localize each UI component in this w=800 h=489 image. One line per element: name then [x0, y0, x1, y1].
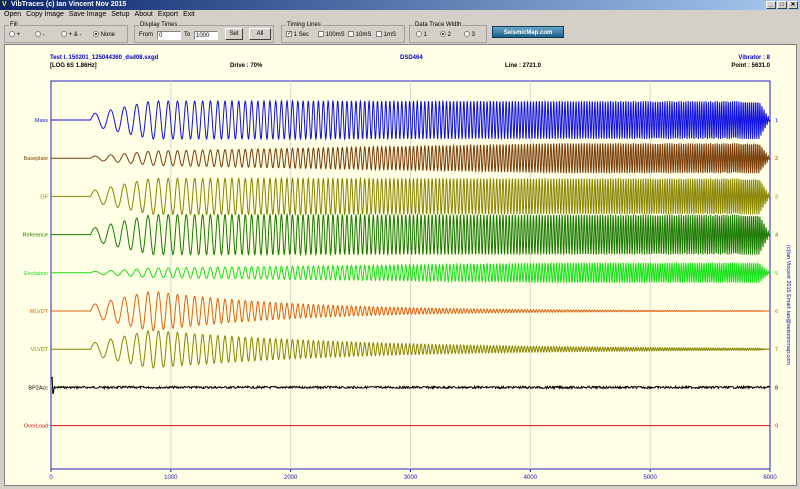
menu-exit[interactable]: Exit: [183, 11, 195, 18]
menu-export[interactable]: Export: [158, 11, 178, 18]
from-label: From: [139, 32, 153, 38]
window-title: VibTraces (c) Ian Vincent Nov 2015: [11, 1, 127, 8]
x-tick-label: 2000: [284, 475, 298, 481]
trace-number: 2: [775, 156, 778, 162]
menu-copy-image[interactable]: Copy Image: [26, 11, 64, 18]
minimize-button[interactable]: _: [766, 1, 776, 9]
x-tick-label: 0: [49, 475, 53, 481]
width-option-1[interactable]: 1: [416, 31, 427, 39]
width-option-2[interactable]: 2: [440, 31, 451, 39]
set-button[interactable]: Set: [225, 28, 243, 40]
display-times-title: Display Times: [139, 21, 179, 29]
seismicmap-logo[interactable]: SeismicMap.com: [492, 26, 564, 38]
timing-10ms[interactable]: 10mS: [348, 31, 371, 39]
trace-number: 1: [775, 118, 778, 124]
trace-name: Baseplate: [24, 156, 48, 162]
trace-number: 9: [775, 424, 778, 430]
check-icon[interactable]: ✓: [286, 31, 292, 38]
file-name: Test I. 150201_125044360_dsd08.sxgd: [50, 55, 159, 61]
timing-100ms[interactable]: 100mS: [318, 31, 345, 39]
checkbox-10ms[interactable]: [348, 31, 354, 38]
x-tick-label: 3000: [404, 475, 418, 481]
menu-bar: Open Copy Image Save Image Setup About Export…: [0, 10, 800, 20]
maximize-button[interactable]: □: [777, 1, 787, 9]
to-label: To: [184, 32, 191, 38]
fill-option-minus[interactable]: -: [35, 31, 45, 39]
trace-number: 7: [775, 347, 778, 353]
fill-group-title: Fill: [9, 21, 19, 29]
from-input[interactable]: 0: [157, 31, 181, 40]
fill-radio-both[interactable]: [61, 31, 67, 38]
fill-option-both[interactable]: + & -: [61, 31, 82, 39]
menu-about[interactable]: About: [135, 11, 153, 18]
trace-name: Mass: [35, 118, 48, 124]
fill-group: Fill + - + & - None: [4, 21, 128, 43]
width-option-3[interactable]: 3: [464, 31, 475, 39]
trace-name: VLVDT: [31, 347, 49, 353]
trace-name: BP2Acc: [28, 385, 48, 391]
width-radio-2[interactable]: [440, 31, 446, 38]
trace-name: MLVDT: [30, 309, 49, 315]
data-trace-width-title: Data Trace Width: [414, 21, 463, 29]
all-button[interactable]: All: [249, 28, 271, 40]
x-tick-label: 5000: [643, 475, 657, 481]
fill-radio-none[interactable]: [93, 31, 99, 38]
vibrator-info: Vibrator : 8: [738, 55, 770, 61]
x-tick-label: 4000: [524, 475, 538, 481]
credit-text: (c)Ian Vincent 2015 Email: ian@seismicma…: [785, 245, 791, 365]
trace-name: OverLoad: [24, 424, 48, 430]
trace-name: GF: [40, 194, 48, 200]
app-icon: V: [2, 1, 7, 8]
trace-number: 4: [775, 233, 778, 239]
trace-panel: Test I. 150201_125044360_dsd08.sxgd [LOG…: [4, 44, 797, 486]
fill-option-none[interactable]: None: [93, 31, 115, 39]
trace-name: Reference: [23, 233, 48, 239]
close-button[interactable]: ✕: [788, 1, 798, 9]
line-info: Line : 2721.0: [505, 63, 542, 69]
trace-plot: 0 1000 2000 3000 4000 5000 6000 Mass 1 Baseplate 2…: [23, 80, 778, 481]
timing-lines-title: Timing Lines: [286, 21, 322, 29]
timing-lines-group: Timing Lines ✓ 1 Sec 100mS 10mS 1mS: [281, 21, 405, 43]
device-info: DSD464: [400, 55, 423, 61]
menu-open[interactable]: Open: [4, 11, 21, 18]
menu-setup[interactable]: Setup: [111, 11, 129, 18]
x-tick-label: 1000: [164, 475, 178, 481]
title-bar: V VibTraces (c) Ian Vincent Nov 2015 _ □ …: [0, 0, 800, 10]
data-trace-width-group: Data Trace Width 1 2 3: [409, 21, 487, 43]
timing-1sec[interactable]: ✓ 1 Sec: [286, 31, 309, 39]
width-radio-3[interactable]: [464, 31, 470, 38]
drive-info: Drive : 70%: [230, 63, 263, 69]
fill-option-plus[interactable]: +: [9, 31, 20, 39]
trace-number: 3: [775, 194, 778, 200]
menu-save-image[interactable]: Save Image: [69, 11, 106, 18]
fill-radio-minus[interactable]: [35, 31, 41, 38]
timing-1ms[interactable]: 1mS: [376, 31, 396, 39]
checkbox-1ms[interactable]: [376, 31, 382, 38]
trace-number: 6: [775, 309, 778, 315]
width-radio-1[interactable]: [416, 31, 422, 38]
to-input[interactable]: 1000: [194, 31, 218, 40]
log-info: [LOG 6S 1.86Hz]: [50, 63, 97, 69]
fill-radio-plus[interactable]: [9, 31, 15, 38]
display-times-group: Display Times From 0 To 1000 Set All: [134, 21, 274, 43]
x-tick-label: 6000: [763, 475, 777, 481]
trace-number: 5: [775, 271, 778, 277]
trace-name: Excitation: [24, 271, 48, 277]
trace-number: 8: [775, 385, 778, 391]
checkbox-100ms[interactable]: [318, 31, 324, 38]
point-info: Point : 5631.0: [731, 63, 770, 69]
